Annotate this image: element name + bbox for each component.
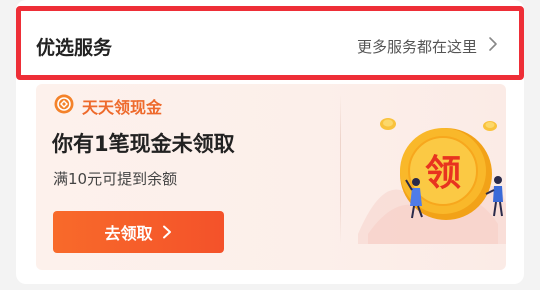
section-header[interactable]: 优选服务 更多服务都在这里 [16,6,524,80]
coin-illustration: 领 [358,118,506,244]
chevron-right-icon[interactable] [485,36,501,52]
cash-promo-banner[interactable]: 天天领现金 你有1笔现金未领取 满10元可提到余额 去领取 领 [36,84,506,270]
chevron-right-icon [162,225,171,239]
promo-headline: 你有1笔现金未领取 [52,132,235,156]
more-services-link[interactable]: 更多服务都在这里 [357,36,477,57]
promo-subline: 满10元可提到余额 [53,170,178,188]
coin-brand-icon [54,94,74,114]
claim-cash-button-label: 去领取 [104,224,153,243]
claim-cash-button[interactable]: 去领取 [53,211,224,253]
section-title: 优选服务 [36,37,113,59]
promo-brand-name: 天天领现金 [82,98,163,117]
banner-divider [340,94,341,244]
coin-character: 领 [425,153,461,194]
